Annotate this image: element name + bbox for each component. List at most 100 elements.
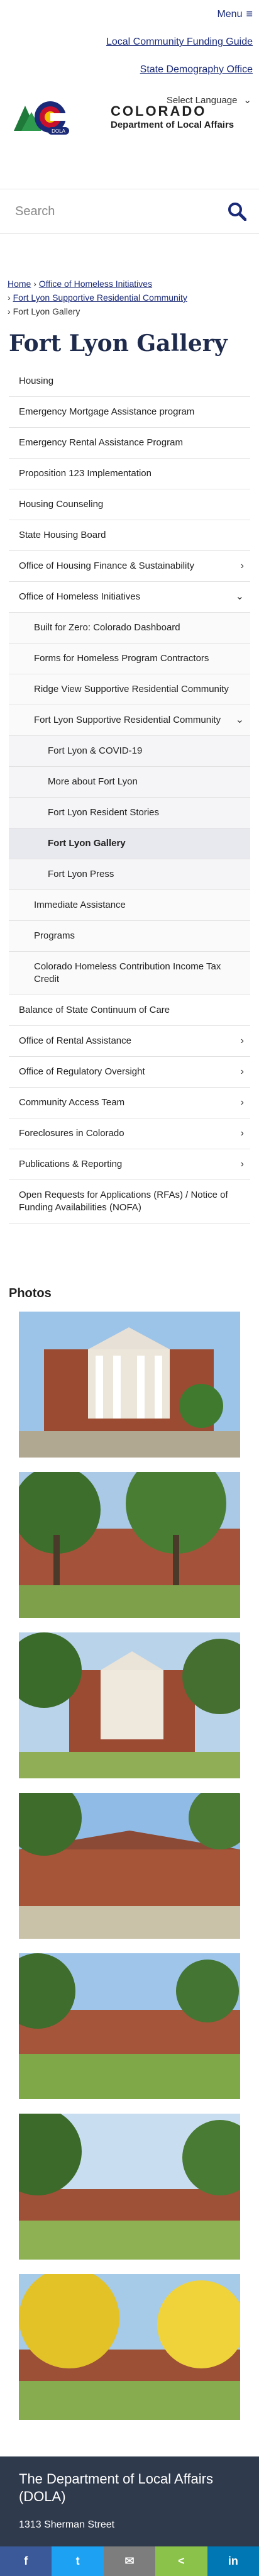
breadcrumb-current: Fort Lyon Gallery [13,306,80,316]
nav-item[interactable]: Fort Lyon & COVID-19 [9,736,250,767]
nav-item-label: Colorado Homeless Contribution Income Ta… [34,961,221,984]
colorado-logo-mark: DOLA [14,101,69,135]
demography-office-link[interactable]: State Demography Office [140,64,253,75]
search-icon[interactable] [228,202,246,221]
nav-item[interactable]: Housing [9,366,250,397]
linkedin-icon: in [228,2555,238,2567]
photo-portico-building [19,1312,240,1458]
nav-item[interactable]: More about Fort Lyon [9,767,250,798]
nav-item[interactable]: State Housing Board [9,520,250,551]
nav-item-label: Proposition 123 Implementation [19,468,152,479]
photo-portico-trees [19,1632,240,1778]
chevron-right-icon[interactable]: › [241,1127,244,1140]
linkedin-share-button[interactable]: in [207,2546,259,2576]
chevron-down-icon: ⌄ [243,95,251,106]
twitter-share-button[interactable]: t [52,2546,104,2576]
nav-item[interactable]: Fort Lyon Resident Stories [9,798,250,828]
search-bar: Search [0,189,259,234]
share-bar: f t ✉ < in [0,2546,259,2576]
nav-item[interactable]: Office of Rental Assistance › [9,1026,250,1057]
nav-item-label: Office of Housing Finance & Sustainabili… [19,560,195,571]
facebook-icon: f [24,2555,28,2567]
nav-item-label: State Housing Board [19,530,106,540]
gallery-photo[interactable] [19,1472,240,1618]
chevron-right-icon[interactable]: › [241,1066,244,1078]
email-icon: ✉ [124,2555,135,2567]
nav-item-label: Fort Lyon & COVID-19 [48,745,143,756]
nav-item[interactable]: Fort Lyon Supportive Residential Communi… [9,705,250,736]
nav-item[interactable]: Foreclosures in Colorado › [9,1118,250,1149]
nav-item[interactable]: Housing Counseling [9,489,250,520]
chevron-right-icon[interactable]: › [241,1158,244,1171]
dola-logo[interactable]: DOLA COLORADO Department of Local Affair… [13,94,234,138]
nav-item-label: Fort Lyon Press [48,869,114,879]
logo-text: COLORADO Department of Local Affairs [111,103,234,130]
nav-item-label: Office of Homeless Initiatives [19,591,141,602]
share-share-button[interactable]: < [155,2546,207,2576]
nav-item[interactable]: Programs [9,921,250,952]
logo-badge: DOLA [52,128,65,134]
gallery-photo[interactable] [19,1953,240,2099]
nav-item-label: Housing Counseling [19,499,104,510]
chevron-right-icon[interactable]: › [241,560,244,572]
search-input[interactable]: Search [15,204,55,219]
nav-item[interactable]: Fort Lyon Gallery [9,828,250,859]
gallery-photo[interactable] [19,1793,240,1939]
footer-address: 1313 Sherman Street [19,2519,115,2530]
nav-item-label: Programs [34,930,75,941]
gallery-photo[interactable] [19,2114,240,2260]
photo-long-building [19,1793,240,1939]
nav-item-label: Emergency Mortgage Assistance program [19,406,195,417]
nav-item[interactable]: Publications & Reporting › [9,1149,250,1180]
breadcrumb-separator: › [8,306,13,316]
funding-guide-link[interactable]: Local Community Funding Guide [106,36,253,48]
breadcrumb-homeless-initiatives[interactable]: Office of Homeless Initiatives [39,279,152,289]
nav-item-label: Fort Lyon Resident Stories [48,807,160,818]
menu-button[interactable]: Menu ≡ [217,8,253,21]
photos-heading: Photos [9,1286,52,1300]
breadcrumb-separator: › [33,279,39,289]
facebook-share-button[interactable]: f [0,2546,52,2576]
nav-item[interactable]: Balance of State Continuum of Care [9,995,250,1026]
gallery-photo[interactable] [19,1312,240,1458]
logo-department: Department of Local Affairs [111,119,234,130]
nav-item[interactable]: Fort Lyon Press [9,859,250,890]
nav-item-label: Balance of State Continuum of Care [19,1005,170,1015]
nav-item[interactable]: Open Requests for Applications (RFAs) / … [9,1180,250,1224]
gallery-photo[interactable] [19,2274,240,2420]
section-navigation: Housing Emergency Mortgage Assistance pro… [9,366,250,1224]
nav-item[interactable]: Forms for Homeless Program Contractors [9,644,250,674]
nav-item-label: Ridge View Supportive Residential Commun… [34,684,229,694]
nav-item[interactable]: Immediate Assistance [9,890,250,921]
nav-item[interactable]: Ridge View Supportive Residential Commun… [9,674,250,705]
nav-item-label: Immediate Assistance [34,900,126,910]
chevron-down-icon[interactable]: ⌄ [236,591,244,603]
nav-item-label: Foreclosures in Colorado [19,1128,124,1139]
breadcrumb-home[interactable]: Home [8,279,31,289]
nav-item[interactable]: Office of Housing Finance & Sustainabili… [9,551,250,582]
share-icon: < [178,2555,185,2567]
nav-item-label: Community Access Team [19,1097,125,1108]
chevron-right-icon[interactable]: › [241,1096,244,1109]
nav-item[interactable]: Office of Homeless Initiatives ⌄ [9,582,250,613]
nav-item-label: Forms for Homeless Program Contractors [34,653,209,664]
page-title: Fort Lyon Gallery [9,330,228,357]
nav-item-label: Office of Regulatory Oversight [19,1066,145,1077]
nav-item[interactable]: Proposition 123 Implementation [9,459,250,489]
nav-item[interactable]: Colorado Homeless Contribution Income Ta… [9,952,250,995]
nav-item-label: Built for Zero: Colorado Dashboard [34,622,180,633]
nav-item[interactable]: Community Access Team › [9,1088,250,1118]
nav-item[interactable]: Emergency Mortgage Assistance program [9,397,250,428]
nav-item[interactable]: Office of Regulatory Oversight › [9,1057,250,1088]
nav-item-label: Fort Lyon Gallery [48,838,126,849]
nav-item-label: More about Fort Lyon [48,776,138,787]
photo-far-building [19,2114,240,2260]
footer-dept-name: The Department of Local Affairs (DOLA) [19,2471,213,2504]
breadcrumb-fort-lyon[interactable]: Fort Lyon Supportive Residential Communi… [13,293,187,303]
email-share-button[interactable]: ✉ [103,2546,156,2576]
chevron-down-icon[interactable]: ⌄ [236,714,244,727]
nav-item[interactable]: Built for Zero: Colorado Dashboard [9,613,250,644]
gallery-photo[interactable] [19,1632,240,1778]
chevron-right-icon[interactable]: › [241,1035,244,1047]
nav-item[interactable]: Emergency Rental Assistance Program [9,428,250,459]
